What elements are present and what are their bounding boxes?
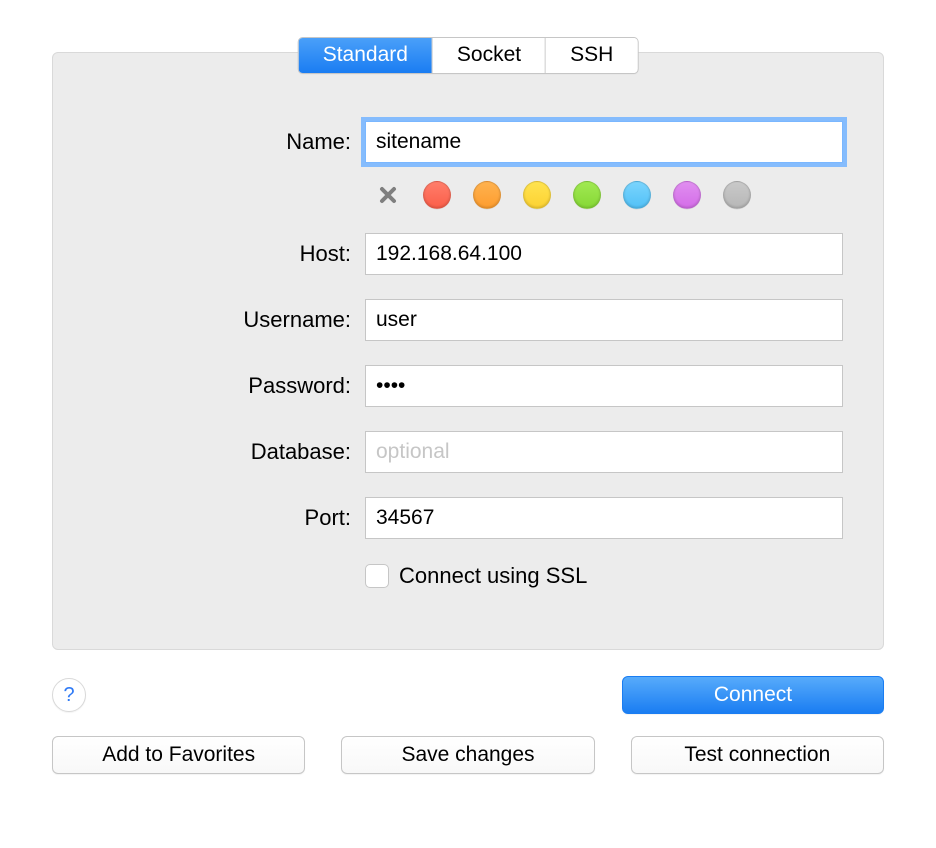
label-host: Host: [93,241,365,267]
primary-action-row: ? Connect [52,676,884,714]
label-port: Port: [93,505,365,531]
color-swatch-blue[interactable] [623,181,651,209]
clear-color-icon[interactable] [375,182,401,208]
add-to-favorites-button[interactable]: Add to Favorites [52,736,305,774]
host-input[interactable] [365,233,843,275]
username-input[interactable] [365,299,843,341]
password-input[interactable] [365,365,843,407]
color-swatch-gray[interactable] [723,181,751,209]
ssl-label: Connect using SSL [399,563,587,589]
color-swatch-yellow[interactable] [523,181,551,209]
save-changes-button[interactable]: Save changes [341,736,594,774]
connection-panel: Standard Socket SSH Name: Host: [52,52,884,650]
test-connection-button[interactable]: Test connection [631,736,884,774]
color-swatch-green[interactable] [573,181,601,209]
color-swatch-orange[interactable] [473,181,501,209]
name-input[interactable] [365,121,843,163]
connection-type-tabs: Standard Socket SSH [298,37,639,74]
color-swatch-purple[interactable] [673,181,701,209]
tab-socket[interactable]: Socket [433,38,546,73]
label-password: Password: [93,373,365,399]
help-icon: ? [63,684,74,707]
label-username: Username: [93,307,365,333]
database-input[interactable] [365,431,843,473]
label-database: Database: [93,439,365,465]
connect-button[interactable]: Connect [622,676,884,714]
ssl-checkbox[interactable] [365,564,389,588]
secondary-action-row: Add to Favorites Save changes Test conne… [52,736,884,774]
help-button[interactable]: ? [52,678,86,712]
color-swatch-red[interactable] [423,181,451,209]
tab-standard[interactable]: Standard [299,38,433,73]
label-name: Name: [93,129,365,155]
color-picker [365,181,843,209]
tab-ssh[interactable]: SSH [546,38,637,73]
port-input[interactable] [365,497,843,539]
